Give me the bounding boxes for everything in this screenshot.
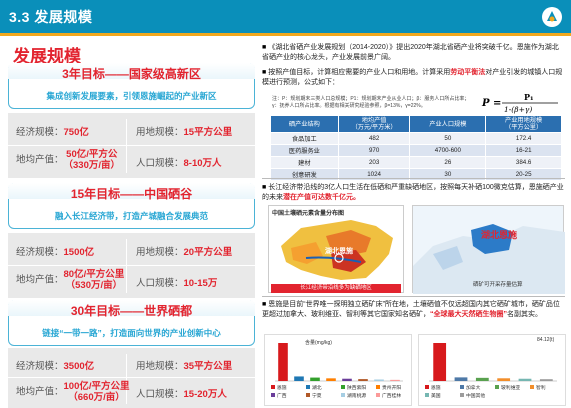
- bar-湖北: [294, 376, 304, 381]
- legend-label: 恩施: [431, 384, 441, 391]
- section-title: 3.3 发展规模: [9, 9, 93, 25]
- map-caption: 长江经济带沿线多为缺硒地区: [271, 284, 401, 293]
- bar-广西桂林: [390, 379, 400, 381]
- goal-subtitle: 融入长江经济带，打造产城融合发展典范: [54, 211, 208, 221]
- table-row: 建材 203 26 384.6: [270, 156, 562, 169]
- legend-swatch: [530, 385, 534, 389]
- legend-label: 加拿大: [466, 384, 481, 391]
- legend-label: 陕西紫阳: [347, 384, 366, 391]
- goal-title: 30年目标——世界硒都: [70, 304, 193, 318]
- paragraph-method: ■ 按照产值目标，计算相应需要的产业人口和用地。计算采用劳动平衡法对产业引发的城镇…: [262, 69, 563, 86]
- header-stripe: [0, 33, 571, 36]
- chart-svg: 恩施 加拿大 玻利维亚 智利美国 中国其他: [425, 343, 557, 399]
- enshi-region-map: 湖北恩施 硒矿可开采存量估算: [412, 205, 565, 294]
- formula-note: 注：P：规划期末三类人口总规模；P1：规划期末产业从业人口；β：服务人口所占比率…: [272, 96, 470, 109]
- legend-swatch: [460, 385, 464, 389]
- goal-metrics: 经济规模：3500亿 用地规模：35平方公里 地均产值：100亿/平方公里 （66…: [8, 348, 255, 408]
- legend-swatch: [271, 393, 275, 397]
- legend-swatch: [425, 385, 429, 389]
- land-scale: 用地规模：35平方公里: [136, 361, 233, 372]
- bar-美国: [518, 378, 532, 381]
- pop-scale: 人口规模：10-15万: [136, 278, 218, 289]
- goal-subtitle: 链接“一带一路”，打造面向世界的产业创新中心: [42, 328, 221, 338]
- legend-swatch: [341, 393, 345, 397]
- goal-metrics: 经济规模：750亿 用地规模：15平方公里 地均产值：50亿/平方公 （330万/…: [8, 113, 255, 178]
- goal-title: 15年目标——中国硒谷: [70, 187, 193, 201]
- table-header: 地均产值 （万元/平方米）: [337, 115, 411, 133]
- legend-swatch: [425, 393, 429, 397]
- table-header: 硒产业结构: [270, 115, 339, 133]
- legend-swatch: [341, 385, 345, 389]
- data-label: 84.12(t): [537, 337, 555, 343]
- legend-swatch: [271, 385, 275, 389]
- legend-swatch: [376, 385, 380, 389]
- gdp-density: 地均产值：50亿/平方公 （330万/亩）: [16, 149, 121, 171]
- econ-scale: 经济规模：1500亿: [16, 247, 95, 258]
- chart-ore-grade: 恩施 加拿大 玻利维亚 智利美国 中国其他 84.12(t): [418, 334, 566, 406]
- table-row: 医药服务业 970 4700-600 16-21: [270, 144, 562, 157]
- bar-中国其他: [539, 379, 553, 381]
- bar-加拿大: [454, 377, 468, 381]
- svg-text:1-(β+γ): 1-(β+γ): [504, 105, 532, 114]
- legend-label: 恩施: [277, 384, 287, 391]
- legend-swatch: [495, 385, 499, 389]
- paragraph-plan: ■ 《湖北省硒产业发展规划（2014-2020）》提出2020年湖北省硒产业将突破…: [262, 44, 559, 61]
- china-selenium-map: 中国土壤硒元素含量分布图 湖北恩施 长江经济带沿线多为缺硒地区: [268, 205, 404, 293]
- legend-swatch: [306, 393, 310, 397]
- bar-贵州开阳: [326, 378, 336, 381]
- legend-label: 湖南桃源: [347, 392, 366, 399]
- legend-label: 美国: [431, 392, 441, 399]
- table-row: 食品加工 482 50 172.4: [270, 132, 562, 145]
- bar-恩施: [433, 343, 447, 381]
- industry-table: 硒产业结构 地均产值 （万元/平方米） 产业人口规模 产业用地规模 （平方公里） 食…: [270, 115, 562, 181]
- pop-scale: 人口规模：8-10万人: [136, 158, 222, 169]
- logo-icon: [542, 7, 562, 27]
- gdp-density: 地均产值：100亿/平方公里 （660万/亩）: [16, 381, 130, 403]
- map-label: 湖北恩施: [481, 230, 518, 240]
- legend-label: 玻利维亚: [501, 384, 520, 391]
- svg-text:P =: P =: [481, 98, 501, 109]
- paragraph-yangtze: ■ 长江经济带沿线的3亿人口生活在低硒和严重缺硒地区，按照每天补硒100微克估算，…: [262, 184, 564, 201]
- legend-label: 广西桂林: [382, 392, 401, 399]
- bar-玻利维亚: [475, 377, 489, 381]
- econ-scale: 经济规模：3500亿: [16, 361, 95, 372]
- bar-智利: [497, 378, 511, 381]
- legend-label: 智利: [536, 384, 546, 391]
- econ-scale: 经济规模：750亿: [16, 127, 89, 138]
- goal-metrics: 经济规模：1500亿 用地规模：20平方公里 地均产值：80亿/平方公里 （530…: [8, 233, 255, 298]
- goal-title: 3年目标——国家级高新区: [62, 67, 201, 81]
- map-label: 湖北恩施: [325, 248, 353, 255]
- chart-soil-selenium: 恩施 湖北 陕西紫阳 贵州开阳广西 宁夏 湖南桃源 广西桂林 含量(mg/kg): [264, 334, 412, 406]
- bar-陕西紫阳: [310, 377, 320, 381]
- legend-swatch: [460, 393, 464, 397]
- table-header: 产业用地规模 （平方公里）: [485, 115, 562, 133]
- slide: { "header": {"title": "3.3 发展规模"}, "main…: [0, 0, 571, 408]
- legend-swatch: [376, 393, 380, 397]
- legend-label: 广西: [277, 392, 287, 399]
- legend-label: 湖北: [312, 384, 322, 391]
- chart-unit: 含量(mg/kg): [305, 340, 332, 346]
- paragraph-enshi: ■ 恩施是目前“世界唯一探明独立硒矿床”所在地，土壤硒值不仅远超国内其它硒矿城市，…: [262, 301, 560, 318]
- legend-swatch: [306, 385, 310, 389]
- legend-label: 宁夏: [312, 392, 322, 399]
- legend-label: 中国其他: [466, 392, 485, 399]
- chart-svg: 恩施 湖北 陕西紫阳 贵州开阳广西 宁夏 湖南桃源 广西桂林: [271, 343, 403, 399]
- land-scale: 用地规模：20平方公里: [136, 247, 233, 258]
- table-header: 产业人口规模: [409, 115, 487, 133]
- goal-subtitle: 集成创新发展要素，引领恩施崛起的产业新区: [46, 91, 217, 101]
- bar-湖南桃源: [374, 379, 384, 381]
- pop-scale: 人口规模：15-20万人: [136, 389, 227, 400]
- map-legend: 硒矿可开采存量估算: [473, 282, 523, 288]
- svg-text:P₁: P₁: [524, 92, 534, 102]
- bar-恩施: [278, 343, 288, 381]
- legend-label: 贵州开阳: [382, 384, 401, 391]
- bar-宁夏: [358, 379, 368, 381]
- formula: P = P₁ 1-(β+γ): [480, 92, 560, 114]
- gdp-density: 地均产值：80亿/平方公里 （530万/亩）: [16, 269, 125, 291]
- land-scale: 用地规模：15平方公里: [136, 127, 233, 138]
- bar-广西: [342, 378, 352, 381]
